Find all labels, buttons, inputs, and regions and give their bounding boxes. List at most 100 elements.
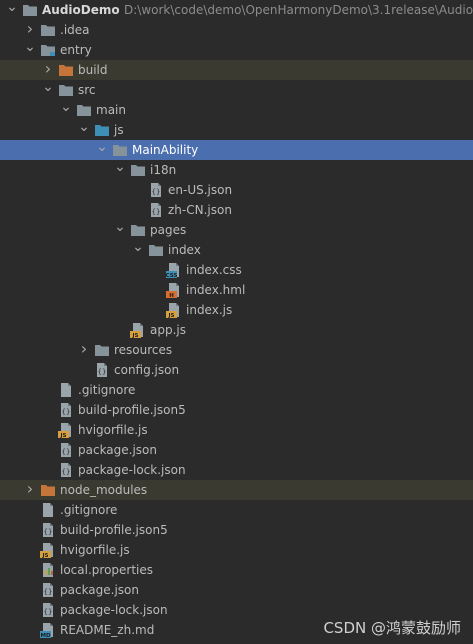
html-file-icon: H [166, 282, 182, 299]
js-file-icon: JS [58, 422, 74, 439]
svg-text:JS: JS [41, 553, 48, 558]
tree-row-label: AudioDemo [42, 3, 120, 17]
svg-text:{}: {} [44, 588, 53, 596]
tree-row-package-json[interactable]: {} package.json [0, 580, 473, 600]
tree-row-index[interactable]: ⌄ index [0, 240, 473, 260]
json-file-icon: {} [58, 442, 74, 458]
csdn-watermark: CSDN @鸿蒙鼓励师 [323, 619, 461, 637]
tree-row-i18n[interactable]: ⌄ i18n [0, 160, 473, 180]
tree-row-label: js [114, 123, 124, 137]
svg-text:{}: {} [44, 528, 53, 536]
chevron-down-icon[interactable]: ⌄ [6, 0, 18, 20]
tree-row-index-js[interactable]: JS index.js [0, 300, 473, 320]
tree-row-label: src [78, 83, 96, 97]
generic-file-icon [58, 382, 74, 398]
tree-row-label: package-lock.json [60, 603, 168, 617]
chevron-down-icon[interactable]: ⌄ [132, 240, 144, 260]
tree-row-config-json[interactable]: {} config.json [0, 360, 473, 380]
css-file-icon: CSS [166, 262, 182, 279]
chevron-down-icon[interactable]: ⌄ [78, 120, 90, 140]
tree-row-en-us-json[interactable]: {} en-US.json [0, 180, 473, 200]
svg-text:JS: JS [59, 433, 66, 438]
js-file-icon: JS [40, 542, 56, 559]
chevron-down-icon[interactable]: ⌄ [114, 220, 126, 240]
excluded-folder-icon [58, 63, 74, 77]
markdown-file-icon: MD [40, 622, 56, 639]
tree-row-main[interactable]: ⌄ main [0, 100, 473, 120]
tree-row-label: build-profile.json5 [78, 403, 186, 417]
tree-row-build-profile-json5[interactable]: {} build-profile.json5 [0, 400, 473, 420]
tree-row-label: index [168, 243, 201, 257]
tree-row-label: .idea [60, 23, 90, 37]
svg-text:{}: {} [62, 468, 71, 476]
svg-text:MD: MD [40, 633, 50, 638]
json-file-icon: {} [40, 522, 56, 538]
folder-icon [148, 243, 164, 257]
tree-row-build-profile-json5[interactable]: {} build-profile.json5 [0, 520, 473, 540]
folder-icon [40, 23, 56, 37]
folder-icon [130, 223, 146, 237]
tree-row-label: zh-CN.json [168, 203, 232, 217]
tree-row-js[interactable]: ⌄ js [0, 120, 473, 140]
tree-row-label: build-profile.json5 [60, 523, 168, 537]
tree-row-label: entry [60, 43, 92, 57]
json-file-icon: {} [58, 462, 74, 478]
generic-file-icon [40, 502, 56, 518]
tree-row-hvigorfile-js[interactable]: JS hvigorfile.js [0, 540, 473, 560]
project-icon [22, 3, 38, 17]
tree-row-label: index.css [186, 263, 242, 277]
tree-row-gitignore[interactable]: .gitignore [0, 500, 473, 520]
tree-row-label: app.js [150, 323, 186, 337]
tree-row-gitignore[interactable]: .gitignore [0, 380, 473, 400]
tree-row-label: .gitignore [60, 503, 118, 517]
properties-file-icon [40, 562, 56, 578]
tree-row-hvigorfile-js[interactable]: JS hvigorfile.js [0, 420, 473, 440]
folder-icon [58, 83, 74, 97]
tree-row-app-js[interactable]: JS app.js [0, 320, 473, 340]
chevron-right-icon[interactable]: › [24, 480, 36, 500]
tree-row-package-json[interactable]: {} package.json [0, 440, 473, 460]
source-folder-icon [94, 123, 110, 137]
svg-text:{}: {} [152, 188, 161, 196]
project-path: D:\work\code\demo\OpenHarmonyDemo\3.1rel… [124, 3, 473, 17]
svg-text:JS: JS [131, 333, 138, 338]
tree-row-label: node_modules [60, 483, 148, 497]
tree-row-label: hvigorfile.js [60, 543, 130, 557]
tree-row-label: resources [114, 343, 173, 357]
folder-icon [76, 103, 92, 117]
tree-row-pages[interactable]: ⌄ pages [0, 220, 473, 240]
tree-row-label: hvigorfile.js [78, 423, 148, 437]
svg-text:JS: JS [167, 313, 174, 318]
tree-row-node-modules[interactable]: › node_modules [0, 480, 473, 500]
tree-row-label: index.hml [186, 283, 246, 297]
folder-icon [94, 343, 110, 357]
chevron-right-icon[interactable]: › [78, 340, 90, 360]
json-file-icon: {} [40, 602, 56, 618]
tree-row-local-properties[interactable]: local.properties [0, 560, 473, 580]
chevron-down-icon[interactable]: ⌄ [42, 80, 54, 100]
tree-row-build[interactable]: › build [0, 60, 473, 80]
tree-row-entry[interactable]: ⌄ entry [0, 40, 473, 60]
tree-row-label: config.json [114, 363, 180, 377]
tree-row-label: pages [150, 223, 187, 237]
tree-row-mainability[interactable]: ⌄ MainAbility [0, 140, 473, 160]
tree-row-package-lock-json[interactable]: {} package-lock.json [0, 460, 473, 480]
tree-row-resources[interactable]: › resources [0, 340, 473, 360]
json-file-icon: {} [148, 202, 164, 218]
tree-row-zh-cn-json[interactable]: {} zh-CN.json [0, 200, 473, 220]
tree-row-audiodemo[interactable]: ⌄ AudioDemo D:\work\code\demo\OpenHarmonyD… [0, 0, 473, 20]
chevron-down-icon[interactable]: ⌄ [114, 160, 126, 180]
tree-row-idea[interactable]: › .idea [0, 20, 473, 40]
chevron-down-icon[interactable]: ⌄ [96, 140, 108, 160]
svg-text:{}: {} [98, 368, 107, 376]
svg-text:H: H [169, 293, 174, 298]
chevron-right-icon[interactable]: › [42, 60, 54, 80]
chevron-right-icon[interactable]: › [24, 20, 36, 40]
svg-text:{}: {} [152, 208, 161, 216]
chevron-down-icon[interactable]: ⌄ [24, 40, 36, 60]
tree-row-src[interactable]: ⌄ src [0, 80, 473, 100]
tree-row-label: README_zh.md [60, 623, 155, 637]
tree-row-index-css[interactable]: CSS index.css [0, 260, 473, 280]
chevron-down-icon[interactable]: ⌄ [60, 100, 72, 120]
tree-row-index-hml[interactable]: Hindex.hml [0, 280, 473, 300]
